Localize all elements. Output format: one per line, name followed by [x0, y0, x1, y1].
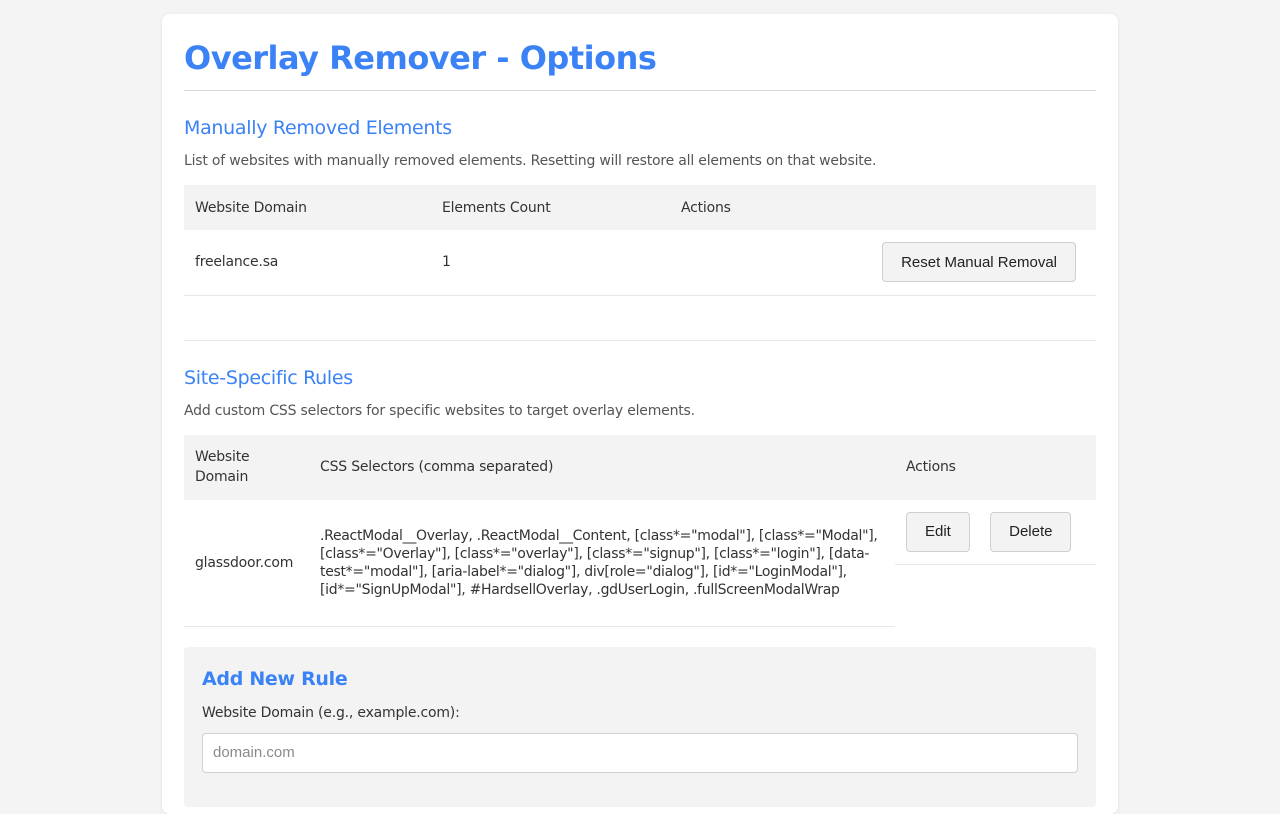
rules-col-actions: Actions: [895, 434, 1096, 500]
manual-description: List of websites with manually removed e…: [184, 153, 877, 169]
manual-col-actions: Actions: [670, 185, 1096, 230]
title-divider: [184, 90, 1096, 91]
options-card: Overlay Remover - Options Manually Remov…: [162, 14, 1118, 814]
manual-heading: Manually Removed Elements: [184, 117, 452, 139]
reset-manual-removal-button[interactable]: Reset Manual Removal: [882, 242, 1076, 283]
rules-description: Add custom CSS selectors for specific we…: [184, 402, 695, 419]
domain-input[interactable]: [202, 732, 1078, 773]
delete-rule-button[interactable]: Delete: [990, 511, 1072, 552]
rules-heading: Site-Specific Rules: [184, 366, 353, 389]
rules-section: Site-Specific Rules Add custom CSS selec…: [184, 365, 1096, 627]
rules-row-actions: Edit Delete: [895, 500, 1096, 627]
rules-row-selectors: .ReactModal__Overlay, .ReactModal__Conte…: [309, 499, 895, 627]
rules-col-selectors: CSS Selectors (comma separated): [309, 434, 895, 500]
manual-col-domain: Website Domain: [184, 185, 431, 230]
manual-row-count: 1: [431, 230, 670, 296]
add-rule-heading: Add New Rule: [202, 667, 348, 690]
add-rule-panel: Add New Rule Website Domain (e.g., examp…: [184, 646, 1096, 807]
page-title: Overlay Remover - Options: [184, 39, 657, 77]
table-row: glassdoor.com .ReactModal__Overlay, .Rea…: [184, 499, 1096, 627]
rules-col-domain: Website Domain: [184, 434, 309, 500]
rules-row-domain: glassdoor.com: [184, 499, 309, 627]
manual-table: Website Domain Elements Count Actions fr…: [184, 185, 1096, 296]
manual-table-header: Website Domain Elements Count Actions: [184, 185, 1096, 230]
manual-row-domain: freelance.sa: [184, 230, 431, 296]
manual-col-count: Elements Count: [431, 185, 670, 230]
edit-rule-button[interactable]: Edit: [906, 511, 970, 552]
section-divider: [184, 339, 1096, 341]
manual-section: Manually Removed Elements List of websit…: [184, 115, 1096, 296]
domain-field-label: Website Domain (e.g., example.com):: [202, 704, 460, 721]
rules-table-header: Website Domain CSS Selectors (comma sepa…: [184, 434, 1096, 500]
manual-row-actions: Reset Manual Removal: [670, 230, 1096, 296]
rules-table: Website Domain CSS Selectors (comma sepa…: [184, 434, 1096, 627]
table-row: freelance.sa 1 Reset Manual Removal: [184, 230, 1096, 296]
actions-divider: [895, 563, 1096, 565]
